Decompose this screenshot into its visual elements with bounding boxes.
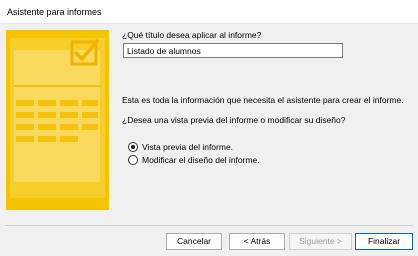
- button-separator: [5, 225, 413, 226]
- cancel-button[interactable]: Cancelar: [166, 233, 222, 250]
- preview-question-label: ¿Desea una vista previa del informe o mo…: [122, 115, 346, 125]
- title-bar: Asistente para informes: [0, 0, 418, 24]
- next-button[interactable]: Siguiente >: [289, 233, 352, 250]
- title-question-label: ¿Qué título desea aplicar al informe?: [122, 30, 262, 40]
- report-wizard-illustration: [6, 30, 109, 210]
- window-title: Asistente para informes: [7, 7, 102, 17]
- option-modify-design[interactable]: Modificar el diseño del informe.: [128, 155, 260, 165]
- wizard-content: ¿Qué título desea aplicar al informe? Es…: [0, 24, 418, 224]
- option-modify-label: Modificar el diseño del informe.: [142, 155, 260, 165]
- back-button[interactable]: < Atrás: [229, 233, 285, 250]
- option-preview-label: Vista previa del informe.: [142, 142, 234, 152]
- option-preview[interactable]: Vista previa del informe.: [128, 142, 233, 152]
- info-text: Esta es toda la información que necesita…: [122, 95, 404, 105]
- finish-button[interactable]: Finalizar: [355, 233, 413, 250]
- radio-modify-design[interactable]: [128, 155, 138, 165]
- report-title-input[interactable]: [123, 43, 343, 58]
- radio-preview[interactable]: [128, 142, 138, 152]
